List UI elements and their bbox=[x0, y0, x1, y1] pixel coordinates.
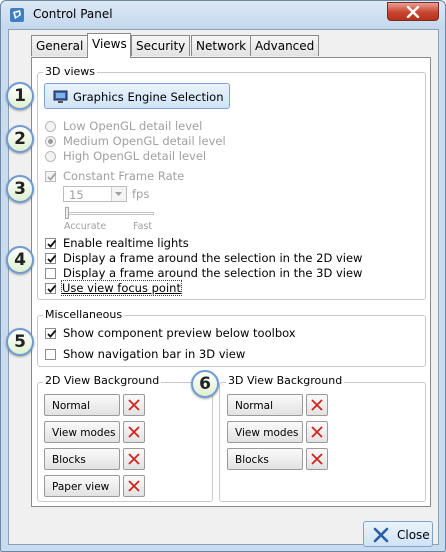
frame-2d-label: Display a frame around the selection in … bbox=[63, 251, 363, 265]
red-x-icon bbox=[128, 399, 140, 411]
bg2d-paper-view-button[interactable]: Paper view bbox=[44, 475, 120, 497]
checkmark-icon bbox=[47, 172, 57, 181]
group-3d-background-label: 3D View Background bbox=[226, 374, 345, 387]
frame-rate-slider[interactable] bbox=[67, 212, 154, 215]
tab-security[interactable]: Security bbox=[131, 35, 191, 56]
callout-5: 5 bbox=[6, 328, 34, 356]
checkmark-icon bbox=[47, 329, 57, 338]
callout-4: 4 bbox=[6, 246, 34, 274]
navigation-bar-checkbox[interactable] bbox=[45, 349, 56, 360]
bg2d-blocks-reset-button[interactable] bbox=[123, 448, 145, 470]
tab-advanced[interactable]: Advanced bbox=[250, 35, 320, 56]
radio-high-detail-label: High OpenGL detail level bbox=[63, 149, 207, 163]
bg2d-view-modes-reset-button[interactable] bbox=[123, 421, 145, 443]
fps-value: 15 bbox=[69, 188, 84, 202]
frame-2d-checkbox[interactable] bbox=[45, 253, 57, 264]
red-x-icon bbox=[128, 480, 140, 492]
monitor-icon bbox=[53, 90, 68, 103]
window-title: Control Panel bbox=[33, 7, 113, 21]
checkmark-icon bbox=[47, 239, 57, 248]
checkmark-icon bbox=[47, 254, 57, 263]
bg3d-normal-button[interactable]: Normal bbox=[227, 394, 303, 416]
app-icon bbox=[10, 8, 24, 22]
bg2d-paper-view-reset-button[interactable] bbox=[123, 475, 145, 497]
red-x-icon bbox=[128, 426, 140, 438]
callout-2: 2 bbox=[6, 125, 34, 153]
slider-min-label: Accurate bbox=[64, 221, 107, 232]
red-x-icon bbox=[128, 453, 140, 465]
checkmark-icon bbox=[47, 284, 57, 293]
bg3d-normal-reset-button[interactable] bbox=[306, 394, 328, 416]
radio-high-detail[interactable] bbox=[45, 151, 56, 162]
callout-1: 1 bbox=[6, 82, 34, 110]
callout-3: 3 bbox=[6, 175, 34, 203]
frame-3d-checkbox[interactable] bbox=[45, 268, 56, 279]
tab-views[interactable]: Views bbox=[87, 33, 131, 58]
dropdown-arrow-icon[interactable] bbox=[111, 187, 126, 201]
bg2d-view-modes-button[interactable]: View modes bbox=[44, 421, 120, 443]
navigation-bar-label: Show navigation bar in 3D view bbox=[63, 347, 246, 361]
radio-low-detail-label: Low OpenGL detail level bbox=[63, 119, 203, 133]
close-button[interactable]: Close bbox=[363, 521, 433, 547]
frame-3d-label: Display a frame around the selection in … bbox=[63, 266, 363, 280]
control-panel-window: Control Panel General Views Security Net… bbox=[0, 0, 446, 552]
bg3d-view-modes-button[interactable]: View modes bbox=[227, 421, 303, 443]
bg3d-view-modes-reset-button[interactable] bbox=[306, 421, 328, 443]
component-preview-checkbox[interactable] bbox=[45, 328, 57, 339]
red-x-icon bbox=[311, 426, 323, 438]
close-button-label: Close bbox=[397, 528, 430, 542]
constant-frame-rate-label: Constant Frame Rate bbox=[63, 169, 185, 183]
view-focus-checkbox[interactable] bbox=[45, 283, 57, 294]
group-3d-views-label: 3D views bbox=[43, 65, 98, 78]
slider-max-label: Fast bbox=[133, 221, 153, 232]
radio-low-detail[interactable] bbox=[45, 121, 56, 132]
radio-medium-detail-label: Medium OpenGL detail level bbox=[63, 134, 226, 148]
bg3d-blocks-reset-button[interactable] bbox=[306, 448, 328, 470]
close-x-icon bbox=[406, 6, 420, 18]
blue-x-icon bbox=[373, 527, 389, 543]
bg2d-blocks-button[interactable]: Blocks bbox=[44, 448, 120, 470]
component-preview-label: Show component preview below toolbox bbox=[63, 326, 296, 340]
tab-network[interactable]: Network bbox=[191, 35, 252, 56]
fps-spinbox[interactable]: 15 bbox=[63, 186, 127, 202]
callout-6: 6 bbox=[191, 370, 219, 398]
constant-frame-rate-checkbox[interactable] bbox=[45, 171, 57, 182]
graphics-engine-button-label: Graphics Engine Selection bbox=[73, 90, 224, 104]
group-miscellaneous-label: Miscellaneous bbox=[43, 308, 125, 321]
group-2d-background-label: 2D View Background bbox=[43, 374, 162, 387]
bg2d-normal-button[interactable]: Normal bbox=[44, 394, 120, 416]
frame-rate-slider-thumb[interactable] bbox=[65, 207, 69, 219]
red-x-icon bbox=[311, 453, 323, 465]
title-bar[interactable]: Control Panel bbox=[1, 1, 445, 29]
fps-unit-label: fps bbox=[132, 187, 150, 201]
bg2d-normal-reset-button[interactable] bbox=[123, 394, 145, 416]
radio-medium-detail[interactable] bbox=[45, 136, 56, 147]
realtime-lights-label: Enable realtime lights bbox=[63, 236, 189, 250]
realtime-lights-checkbox[interactable] bbox=[45, 238, 57, 249]
tab-general[interactable]: General bbox=[31, 35, 89, 56]
view-focus-label: Use view focus point bbox=[61, 280, 182, 296]
red-x-icon bbox=[311, 399, 323, 411]
bg3d-blocks-button[interactable]: Blocks bbox=[227, 448, 303, 470]
graphics-engine-button[interactable]: Graphics Engine Selection bbox=[44, 83, 230, 109]
window-close-button[interactable] bbox=[387, 2, 439, 21]
